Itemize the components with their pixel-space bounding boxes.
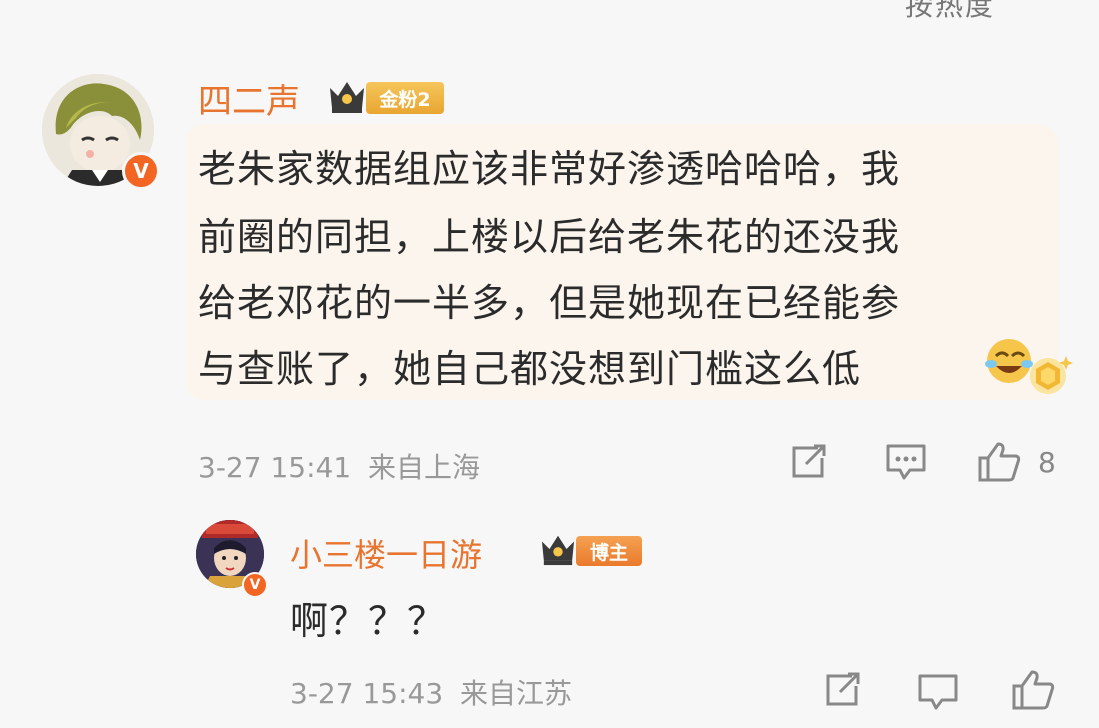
- timestamp: 3-27 15:43: [290, 677, 444, 710]
- fan-level-tag: 金粉2: [366, 82, 444, 114]
- share-icon[interactable]: [822, 670, 864, 710]
- verified-badge-icon: V: [122, 152, 160, 190]
- like-thumbs-up-icon[interactable]: [976, 440, 1022, 484]
- username[interactable]: 小三楼一日游: [290, 530, 482, 576]
- comment-text-line: 前圈的同担，上楼以后给老朱花的还没我: [198, 215, 901, 259]
- comment-text-line: 给老邓花的一半多，但是她现在已经能参: [198, 281, 901, 325]
- verified-badge-icon: V: [242, 572, 268, 598]
- crown-icon: [541, 535, 575, 566]
- username[interactable]: 四二声: [198, 74, 300, 123]
- like-count: 8: [1038, 446, 1056, 479]
- blogger-tag: 博主: [576, 536, 642, 566]
- comment-text-line: 老朱家数据组应该非常好渗透哈哈哈，我: [198, 147, 901, 191]
- blogger-tag-text: 博主: [589, 541, 628, 564]
- sort-by-hot-label[interactable]: 按热度: [905, 0, 995, 24]
- timestamp: 3-27 15:41: [198, 451, 352, 484]
- like-thumbs-up-icon[interactable]: [1010, 668, 1056, 712]
- gold-badge-decoration-icon: [1030, 356, 1073, 394]
- location: 来自上海: [368, 451, 481, 484]
- comment-text: 啊？？？: [290, 599, 447, 643]
- crown-icon: [330, 82, 364, 113]
- comment-text-line: 与查账了，她自己都没想到门槛这么低: [198, 347, 862, 391]
- comment-meta: 3-27 15:43 来自江苏: [290, 672, 572, 712]
- location: 来自江苏: [460, 677, 573, 710]
- reply-comment-icon[interactable]: [916, 672, 960, 712]
- sort-label-text: 按热度: [905, 0, 996, 22]
- comment-meta: 3-27 15:41 来自上海: [198, 446, 480, 486]
- fan-level-text: 金粉2: [379, 88, 431, 111]
- share-icon[interactable]: [788, 442, 830, 482]
- reply-comment-icon[interactable]: [884, 442, 928, 482]
